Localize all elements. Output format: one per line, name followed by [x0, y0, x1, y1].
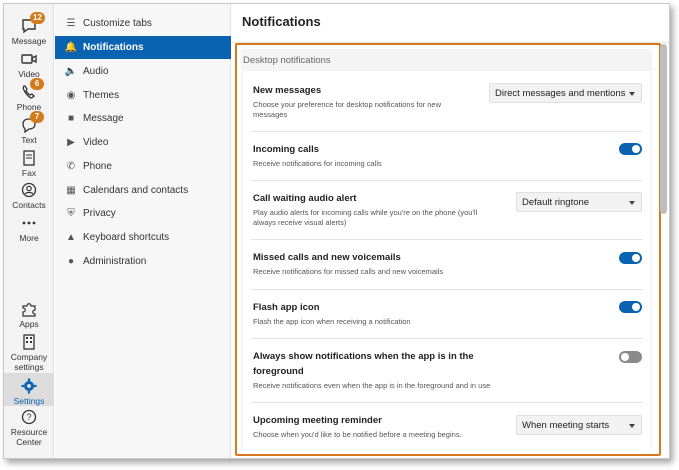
gear-icon — [20, 378, 38, 394]
nav-calendars-contacts-label: Calendars and contacts — [83, 185, 189, 196]
text-icon: 7 — [20, 111, 44, 134]
rail-phone[interactable]: 6 Phone — [4, 78, 54, 112]
nav-message[interactable]: ■ Message — [55, 107, 231, 130]
company-building-icon — [20, 334, 38, 350]
bell-icon: 🔔 — [64, 42, 78, 53]
nav-phone[interactable]: ✆ Phone — [55, 155, 231, 178]
nav-audio-label: Audio — [83, 66, 109, 77]
rail-company-settings-label: Company settings — [10, 352, 48, 372]
orange-highlight-frame — [235, 43, 661, 456]
fax-icon — [20, 150, 38, 166]
nav-notifications[interactable]: 🔔 Notifications — [55, 36, 231, 59]
nav-administration-label: Administration — [83, 256, 147, 267]
calendar-icon: ▦ — [66, 185, 76, 196]
nav-message-label: Message — [83, 113, 124, 124]
nav-themes-label: Themes — [83, 90, 120, 101]
rail-text[interactable]: 7 Text — [4, 111, 54, 145]
help-icon: ? — [20, 409, 38, 425]
rail-resource-center[interactable]: ? Resource Center — [4, 409, 54, 447]
scrollbar[interactable] — [660, 44, 667, 214]
admin-users-icon: ● — [67, 256, 75, 267]
nav-calendars-contacts[interactable]: ▦ Calendars and contacts — [55, 179, 231, 202]
nav-privacy-label: Privacy — [83, 208, 116, 219]
nav-customize-tabs[interactable]: ☰ Customize tabs — [55, 12, 231, 35]
rail-more[interactable]: More — [4, 215, 54, 243]
phone-badge: 6 — [30, 78, 44, 90]
phone-icon: 6 — [20, 78, 44, 100]
contacts-icon — [20, 182, 38, 198]
text-badge: 7 — [30, 111, 44, 123]
rail-video-label: Video — [18, 69, 40, 79]
speaker-icon: 🔈 — [64, 66, 78, 77]
nav-audio[interactable]: 🔈 Audio — [55, 60, 231, 83]
rail-contacts[interactable]: Contacts — [4, 182, 54, 210]
palette-icon: ◉ — [66, 90, 76, 101]
keyboard-icon: ▲ — [66, 232, 76, 243]
rail-company-settings[interactable]: Company settings — [4, 334, 54, 372]
rail-apps[interactable]: Apps — [4, 301, 54, 329]
nav-themes[interactable]: ◉ Themes — [55, 84, 231, 107]
apps-puzzle-icon — [20, 301, 38, 317]
more-icon — [20, 215, 38, 231]
rail-contacts-label: Contacts — [12, 200, 46, 210]
nav-keyboard-shortcuts[interactable]: ▲ Keyboard shortcuts — [55, 226, 231, 249]
message-icon: 12 — [20, 12, 45, 34]
rail-settings[interactable]: Settings — [4, 373, 54, 406]
nav-administration[interactable]: ● Administration — [55, 250, 231, 273]
settings-nav: ☰ Customize tabs 🔔 Notifications 🔈 Audio ◉ T… — [55, 4, 231, 458]
phone-handset-icon: ✆ — [66, 161, 76, 172]
app-window: 12 Message Video 6 Phone 7 Text Fax Cont… — [3, 3, 670, 459]
main-content: Notifications Desktop notifications New … — [232, 4, 669, 458]
chat-bubble-icon: ■ — [67, 113, 75, 124]
rail-text-label: Text — [21, 135, 37, 145]
shield-icon: ⛨ — [67, 208, 75, 219]
nav-keyboard-shortcuts-label: Keyboard shortcuts — [83, 232, 170, 243]
rail-message[interactable]: 12 Message — [4, 12, 54, 46]
nav-video[interactable]: ▶ Video — [55, 131, 231, 154]
nav-customize-tabs-label: Customize tabs — [83, 18, 152, 29]
rail-apps-label: Apps — [19, 319, 39, 329]
page-title: Notifications — [242, 14, 321, 29]
app-rail: 12 Message Video 6 Phone 7 Text Fax Cont… — [4, 4, 54, 458]
nav-privacy[interactable]: ⛨ Privacy — [55, 202, 231, 225]
message-badge: 12 — [30, 12, 45, 24]
nav-phone-label: Phone — [83, 161, 112, 172]
rail-fax-label: Fax — [21, 168, 37, 178]
rail-more-label: More — [19, 233, 39, 243]
rail-fax[interactable]: Fax — [4, 150, 54, 178]
menu-lines-icon: ☰ — [66, 18, 76, 29]
rail-message-label: Message — [11, 36, 47, 46]
rail-phone-label: Phone — [16, 102, 42, 112]
rail-resource-center-label: Resource Center — [10, 427, 48, 447]
nav-video-label: Video — [83, 137, 109, 148]
rail-video[interactable]: Video — [4, 51, 54, 79]
video-icon — [20, 51, 38, 67]
camera-icon: ▶ — [67, 137, 75, 148]
nav-notifications-label: Notifications — [83, 42, 144, 53]
svg-text:?: ? — [26, 412, 31, 422]
rail-settings-label: Settings — [13, 396, 45, 406]
